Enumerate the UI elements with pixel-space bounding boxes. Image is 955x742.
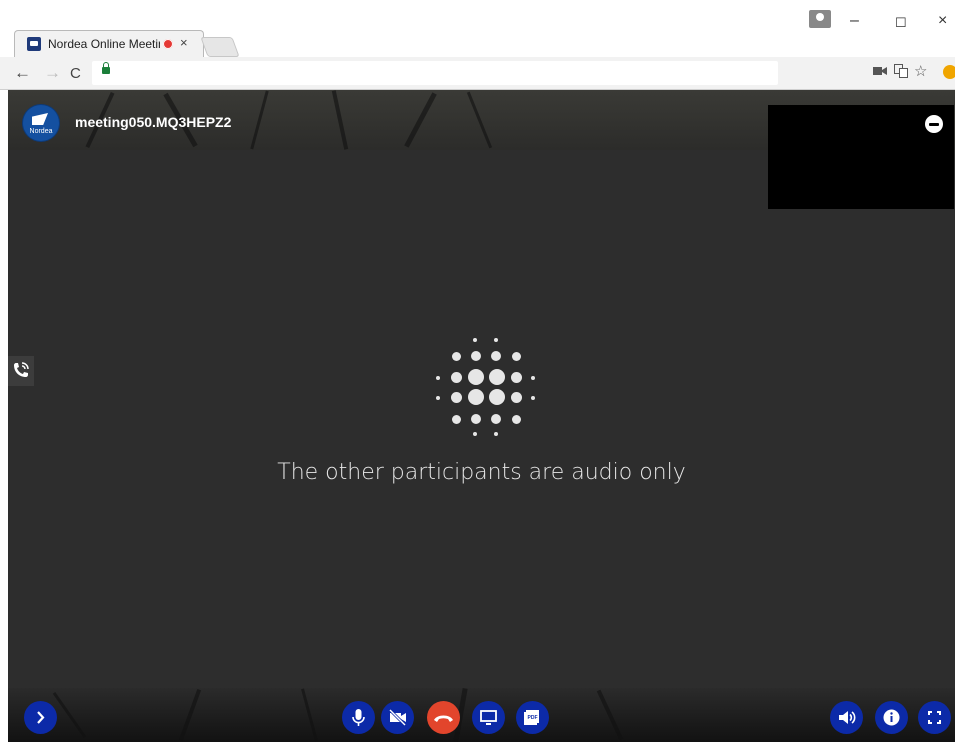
call-side-button[interactable] [8,356,34,386]
audio-only-icon [436,338,536,440]
nordea-logo: Nordea [23,105,59,141]
minimize-self-view-button[interactable] [925,115,943,133]
reload-button[interactable]: C [70,65,81,82]
new-tab-button[interactable] [200,37,240,57]
screen-share-icon [480,710,497,725]
pdf-icon: PDF [524,710,539,725]
speaker-icon [839,711,856,724]
meeting-app: Nordea meeting050.MQ3HEPZ2 The other par… [8,90,955,742]
info-icon [883,709,900,726]
browser-tab[interactable]: Nordea Online Meetin × [14,30,204,57]
chevron-right-icon [37,711,45,724]
nordea-logo-mark-icon [32,113,48,125]
hang-up-icon [434,715,453,722]
fullscreen-button[interactable] [918,701,951,734]
forward-button[interactable]: → [44,63,61,83]
grass-decoration [178,688,202,742]
recording-indicator-icon [163,39,173,49]
window-maximize-button[interactable]: ☐ [895,15,907,31]
address-bar[interactable] [92,61,778,85]
nordea-favicon-icon [27,37,41,51]
screen-share-button[interactable] [472,701,505,734]
tab-close-button[interactable]: × [180,35,188,50]
expand-panel-button[interactable] [24,701,57,734]
extension-icon[interactable] [943,65,955,79]
profile-icon[interactable] [809,10,831,28]
self-view-video[interactable] [768,105,954,209]
microphone-icon [352,709,365,726]
grass-decoration [466,91,493,149]
window-close-button[interactable]: × [938,12,947,30]
browser-title-bar: Nordea Online Meetin × – ☐ × [0,0,955,57]
grass-decoration [596,689,624,741]
star-icon[interactable]: ☆ [914,62,927,80]
grass-decoration [301,688,318,742]
grass-decoration [250,90,269,150]
translate-icon[interactable] [894,64,908,81]
lock-icon [102,62,110,74]
back-button[interactable]: ← [14,63,31,83]
speaker-button[interactable] [830,701,863,734]
window-minimize-button[interactable]: – [850,12,859,30]
video-off-icon [388,708,407,727]
phone-ring-icon [14,362,29,377]
tab-title: Nordea Online Meetin [48,37,160,51]
grass-decoration [52,692,87,738]
camera-toggle-button[interactable] [381,701,414,734]
meeting-id: meeting050.MQ3HEPZ2 [75,114,232,130]
grass-decoration [404,92,437,148]
logo-text: Nordea [29,128,53,135]
hang-up-button[interactable] [427,701,460,734]
fullscreen-icon [928,711,941,724]
grass-decoration [331,90,349,150]
browser-toolbar: ← → C ☆ [0,57,955,90]
info-button[interactable] [875,701,908,734]
share-pdf-button[interactable]: PDF [516,701,549,734]
microphone-button[interactable] [342,701,375,734]
status-message: The other participants are audio only [277,460,686,485]
svg-text:PDF: PDF [528,715,538,721]
camera-icon[interactable] [873,64,887,79]
